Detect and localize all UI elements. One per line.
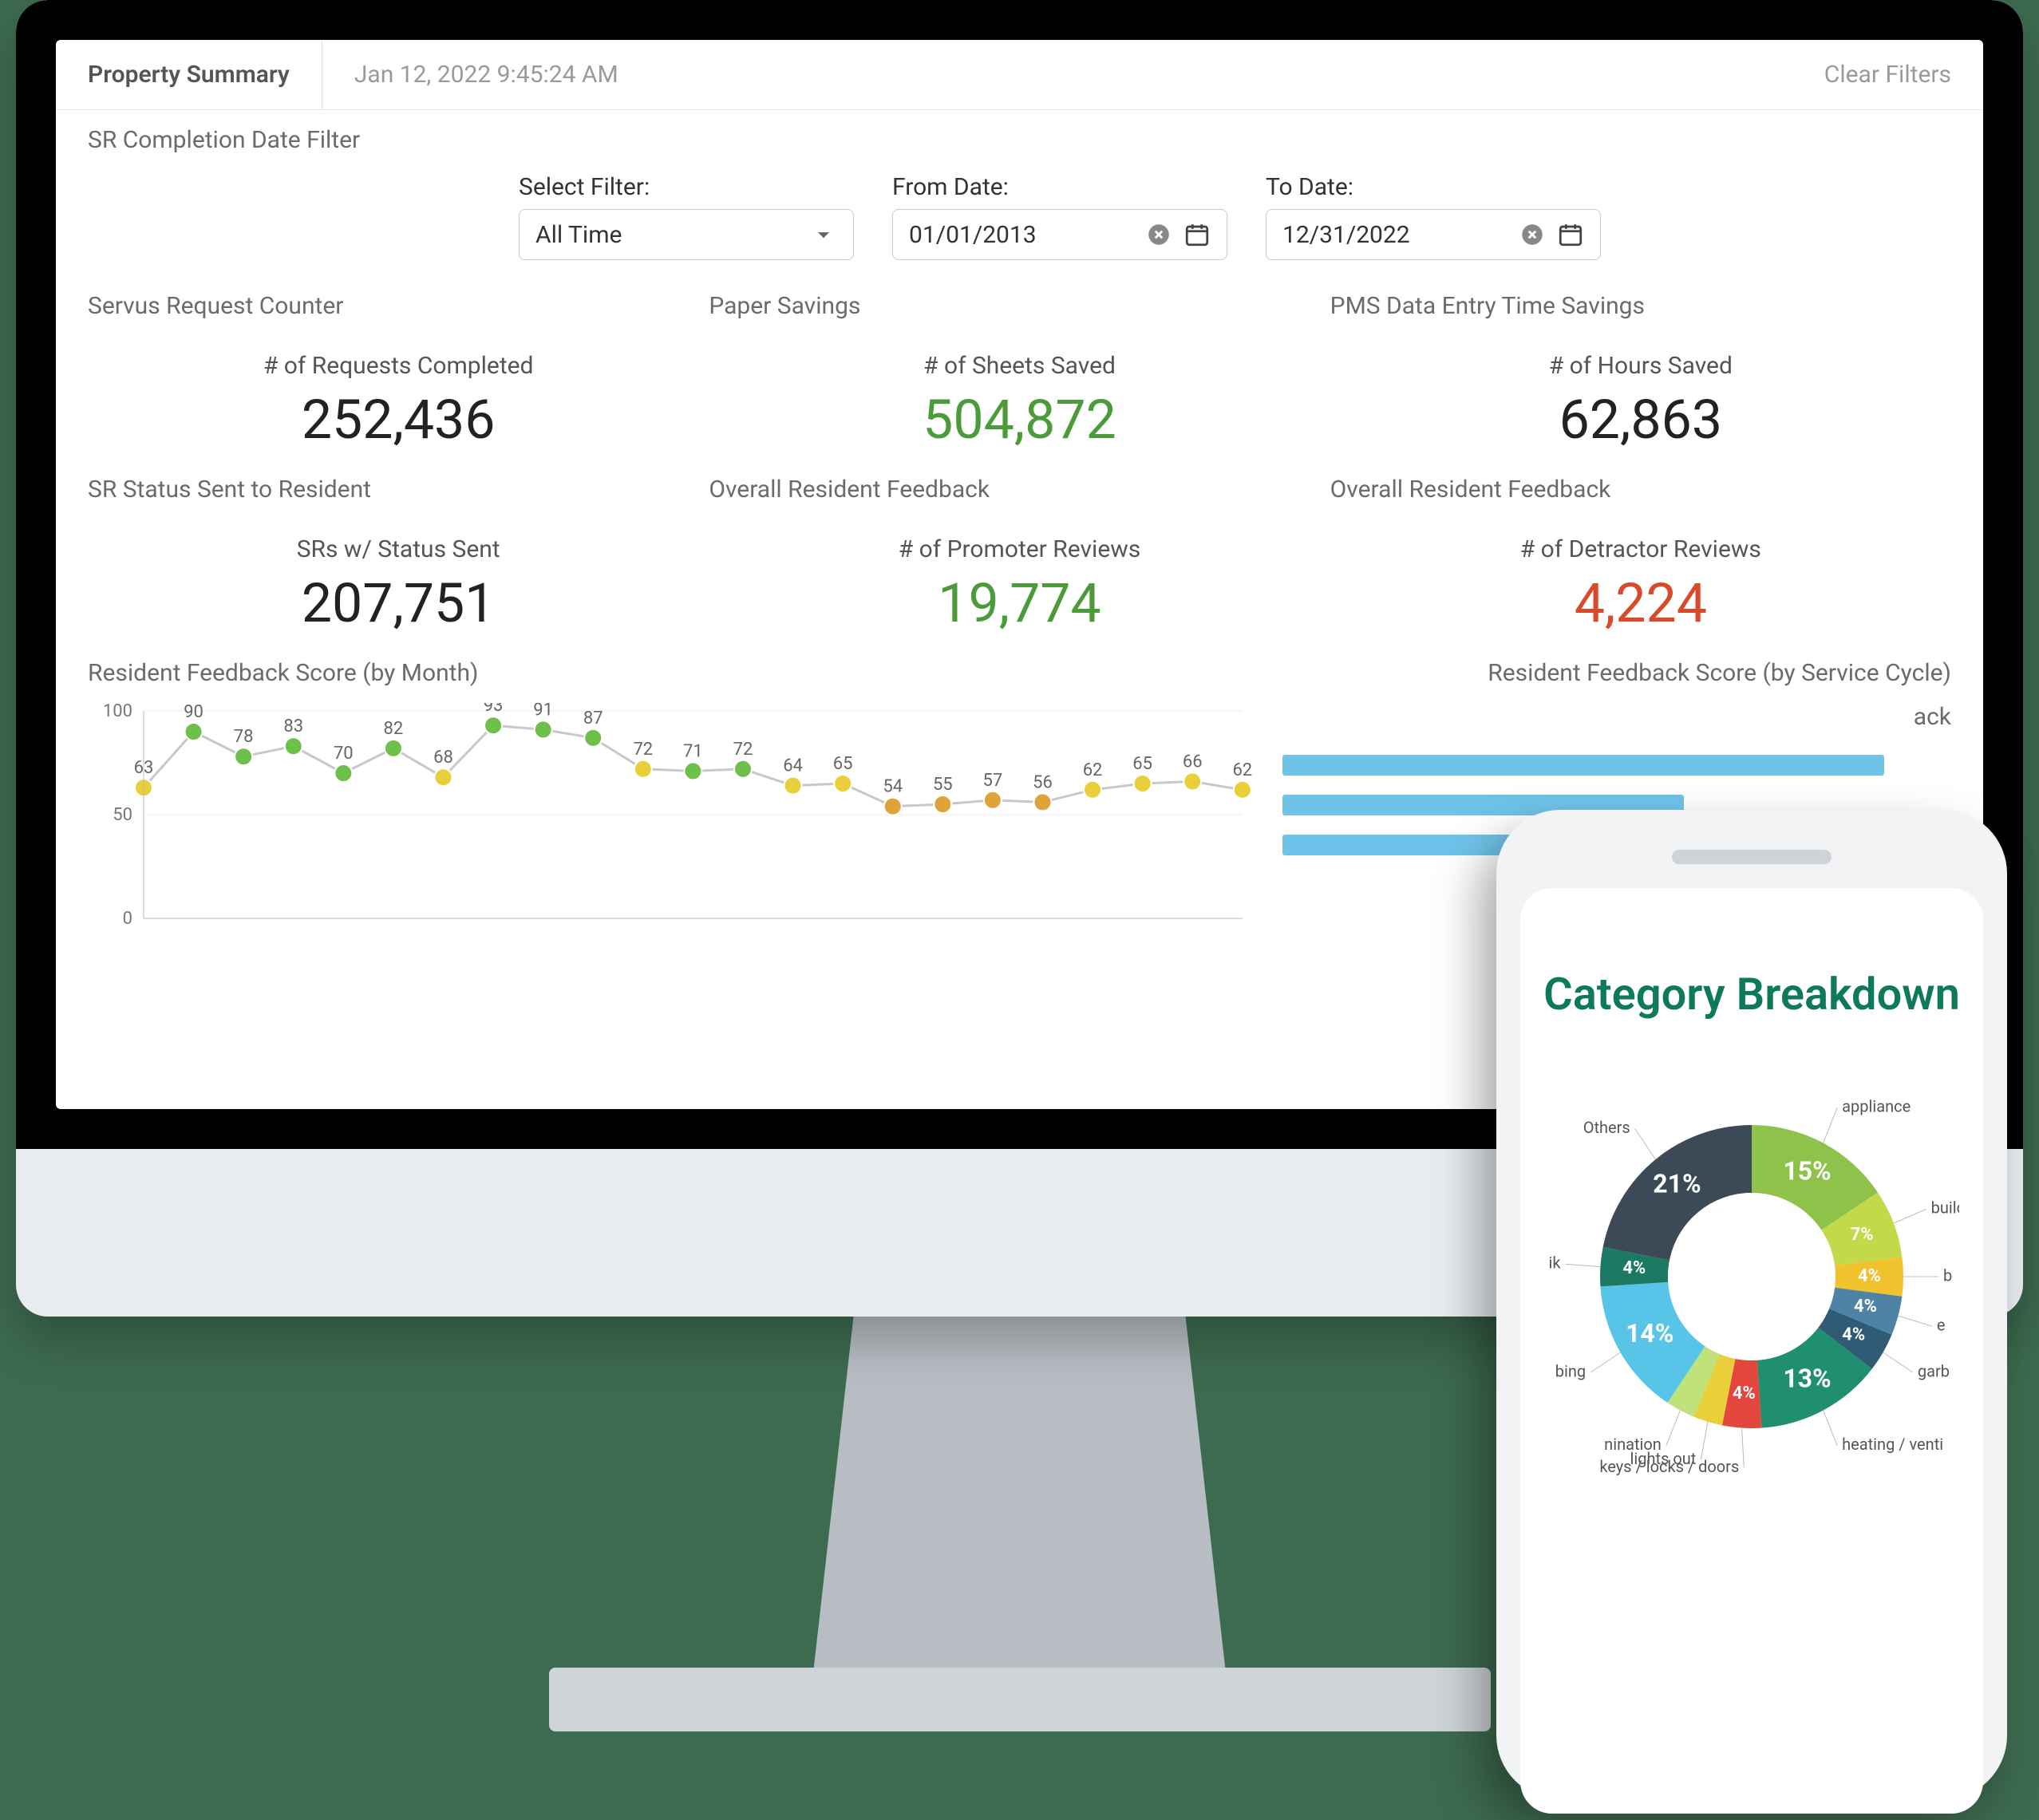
mini-bar [1282,755,1884,776]
svg-text:71: 71 [683,741,703,761]
stat-value: 504,872 [709,388,1330,452]
svg-text:62: 62 [1232,760,1252,780]
svg-text:4%: 4% [1622,1258,1646,1278]
svg-text:e: e [1937,1316,1946,1335]
clear-icon[interactable] [1519,221,1546,248]
page-timestamp: Jan 12, 2022 9:45:24 AM [322,61,618,89]
svg-text:57: 57 [983,771,1003,791]
svg-text:82: 82 [384,719,404,739]
svg-text:Others: Others [1583,1118,1630,1137]
svg-text:0: 0 [123,909,132,929]
filter-row: Select Filter: All Time From Date: [519,173,1951,260]
to-date-input[interactable]: 12/31/2022 [1266,209,1601,260]
svg-text:21%: 21% [1653,1169,1701,1199]
phone-title: Category Breakdown [1536,968,1967,1021]
svg-text:70: 70 [334,744,354,764]
stat-value: 252,436 [88,388,709,452]
chart-title-cycle: Resident Feedback Score (by Service Cycl… [1282,659,1951,687]
svg-text:14%: 14% [1626,1318,1673,1348]
phone-notch [1672,850,1832,864]
stat-value: 207,751 [88,571,709,635]
to-date-label: To Date: [1266,173,1601,201]
stat-sub-label: # of Requests Completed [88,352,709,380]
svg-text:66: 66 [1183,752,1203,772]
svg-text:56: 56 [1033,772,1053,792]
calendar-icon[interactable] [1557,221,1584,248]
svg-text:83: 83 [283,717,303,736]
svg-text:55: 55 [933,775,953,795]
from-date-label: From Date: [892,173,1227,201]
stat-group-label: Paper Savings [709,292,1330,320]
svg-text:62: 62 [1083,760,1103,780]
svg-text:7%: 7% [1851,1225,1874,1245]
svg-text:78: 78 [234,727,254,747]
stat-value: 62,863 [1330,388,1951,452]
svg-text:72: 72 [733,740,753,760]
svg-text:appliance: appliance [1842,1097,1911,1116]
page-title: Property Summary [88,40,322,109]
svg-text:ik: ik [1549,1253,1562,1273]
topbar: Property Summary Jan 12, 2022 9:45:24 AM… [56,40,1983,110]
svg-text:4%: 4% [1842,1325,1865,1345]
clear-filters-button[interactable]: Clear Filters [1824,61,1951,89]
svg-text:100: 100 [103,703,132,721]
select-filter-value: All Time [535,221,799,249]
stat-sub-label: # of Sheets Saved [709,352,1330,380]
calendar-icon[interactable] [1183,221,1211,248]
svg-text:87: 87 [583,709,603,728]
svg-text:15%: 15% [1783,1156,1831,1186]
svg-text:90: 90 [184,703,204,722]
from-date-value: 01/01/2013 [909,221,1134,249]
stat-value: 19,774 [709,571,1330,635]
stat-sub-label: # of Promoter Reviews [709,535,1330,563]
svg-text:4%: 4% [1858,1266,1881,1286]
svg-text:garb: garb [1918,1361,1950,1380]
svg-text:50: 50 [113,805,132,825]
chevron-down-icon [810,221,837,248]
svg-text:bing: bing [1555,1361,1586,1380]
stat-sub-label: SRs w/ Status Sent [88,535,709,563]
phone-mockup: Category Breakdown 15% 7% 4% 4% 4% 13% 4% 14% 4%… [1496,810,2007,1799]
stat-sub-label: # of Detractor Reviews [1330,535,1951,563]
stat-group-label: SR Status Sent to Resident [88,476,709,503]
mini-bar [1282,835,1516,855]
select-filter-dropdown[interactable]: All Time [519,209,854,260]
stat-sub-label: # of Hours Saved [1330,352,1951,380]
svg-text:heating / venti: heating / venti [1842,1435,1943,1454]
filter-section-label: SR Completion Date Filter [88,126,1951,154]
svg-text:13%: 13% [1783,1364,1831,1394]
stat-group-label: Overall Resident Feedback [1330,476,1951,503]
chart-partial-text: ack [1282,703,1951,731]
svg-text:65: 65 [833,754,853,774]
chart-title-month: Resident Feedback Score (by Month) [88,659,1259,687]
svg-text:nination: nination [1604,1435,1662,1454]
svg-text:68: 68 [433,748,453,768]
svg-text:build: build [1931,1198,1959,1218]
svg-text:4%: 4% [1854,1297,1877,1317]
svg-text:4%: 4% [1733,1384,1756,1403]
svg-text:54: 54 [883,777,903,797]
to-date-value: 12/31/2022 [1282,221,1508,249]
feedback-by-month-chart: 050100 639078837082689391877271726465545… [88,703,1259,958]
stat-group-label: Overall Resident Feedback [709,476,1330,503]
stat-value: 4,224 [1330,571,1951,635]
clear-icon[interactable] [1145,221,1172,248]
stat-group-label: PMS Data Entry Time Savings [1330,292,1951,320]
svg-text:93: 93 [484,703,504,716]
monitor-stand-neck [812,1317,1227,1684]
svg-text:72: 72 [633,740,653,760]
stats-row-1: Servus Request Counter # of Requests Com… [88,292,1951,452]
category-breakdown-chart: 15% 7% 4% 4% 4% 13% 4% 14% 4% 21% appliance build b… [1544,1069,1959,1484]
svg-text:64: 64 [783,756,803,776]
stat-group-label: Servus Request Counter [88,292,709,320]
from-date-input[interactable]: 01/01/2013 [892,209,1227,260]
svg-text:b: b [1943,1265,1952,1285]
svg-text:65: 65 [1132,754,1152,774]
svg-text:91: 91 [533,703,553,720]
monitor-stand-foot [549,1668,1491,1731]
select-filter-label: Select Filter: [519,173,854,201]
stats-row-2: SR Status Sent to Resident SRs w/ Status… [88,476,1951,635]
